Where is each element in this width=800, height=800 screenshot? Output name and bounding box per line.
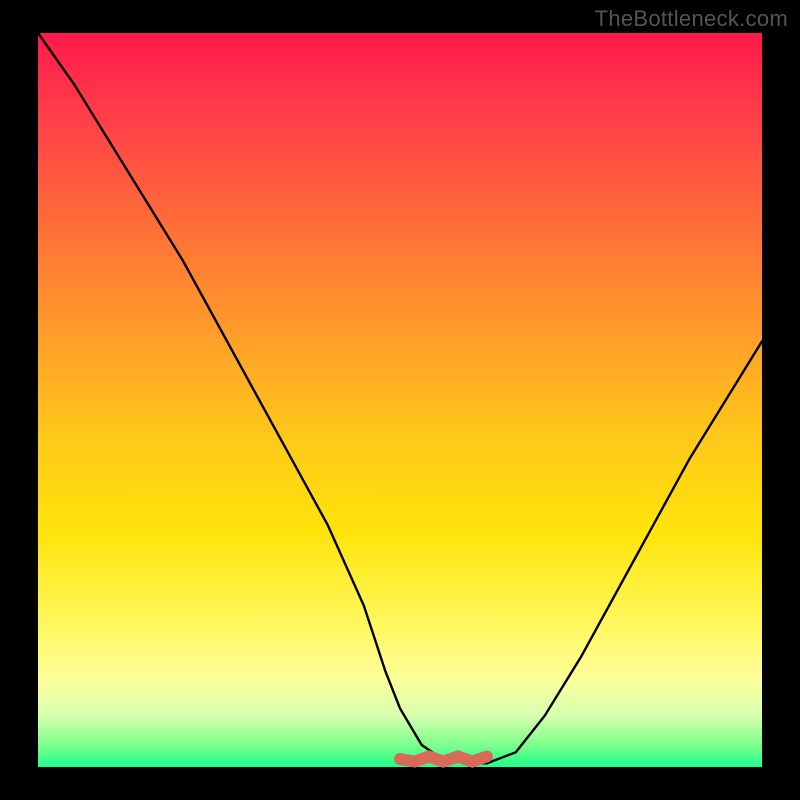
bottleneck-curve-path [38, 33, 762, 763]
chart-svg [38, 33, 762, 767]
watermark-text: TheBottleneck.com [595, 6, 788, 32]
optimal-band-marker [400, 757, 487, 762]
chart-frame: TheBottleneck.com [0, 0, 800, 800]
plot-area [38, 33, 762, 767]
